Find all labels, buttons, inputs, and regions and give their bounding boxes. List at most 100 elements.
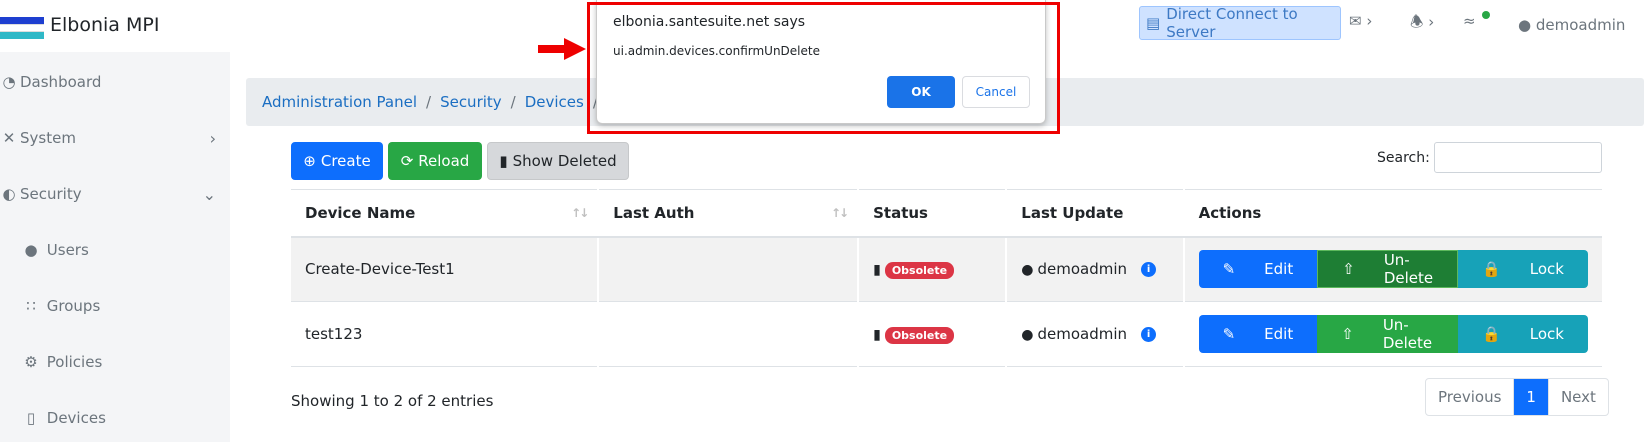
search-label: Search: [1377,150,1430,166]
table-row: Create-Device-Test1 ▮ Obsolete ● demoadmin… [291,236,1602,302]
lock-button[interactable]: 🔒 Lock [1458,315,1588,353]
column-header-actions: Actions [1182,189,1602,238]
sidebar-item-devices[interactable]: ▯ Devices [0,398,230,438]
edit-button[interactable]: ✎ Edit [1198,250,1318,289]
reload-label: Reload [418,152,470,170]
create-button[interactable]: ⊕ Create [291,142,383,180]
last-auth-cell [597,301,859,367]
column-header-last-auth[interactable]: Last Auth ↑↓ [597,189,859,238]
app-title[interactable]: Elbonia MPI [50,14,159,36]
undelete-button[interactable]: ⇧ Un-Delete [1317,315,1459,353]
breadcrumb-devices[interactable]: Devices [525,93,584,111]
show-deleted-label: Show Deleted [512,152,617,170]
tools-icon: ✕ [2,129,16,147]
device-name-cell: Create-Device-Test1 [291,236,599,302]
pagination-previous[interactable]: Previous [1426,379,1513,415]
sidebar-item-system[interactable]: ✕ System › [0,118,230,158]
last-auth-cell [597,236,859,302]
create-label: Create [320,152,371,170]
breadcrumb-administration-panel[interactable]: Administration Panel [262,93,417,111]
show-deleted-button[interactable]: ▮ Show Deleted [487,142,629,180]
sidebar-item-label: Dashboard [20,73,102,91]
sidebar-item-users[interactable]: ● Users [0,230,230,270]
shield-icon: ◐ [2,185,16,203]
status-cell: ▮ Obsolete [857,301,1007,367]
trash-icon: ▮ [499,152,508,170]
sort-icon: ↑↓ [571,206,589,220]
user-icon: ● [24,241,38,259]
lock-icon: 🔒 [1482,260,1501,279]
sidebar-item-security[interactable]: ◐ Security ⌄ [0,174,230,214]
user-icon: ● [1021,327,1034,343]
reload-button[interactable]: ⟳ Reload [388,142,482,180]
plus-circle-icon: ⊕ [303,152,316,170]
pencil-icon: ✎ [1222,260,1236,279]
pagination-next[interactable]: Next [1547,379,1608,415]
user-menu[interactable]: ● demoadmin [1518,16,1625,34]
edit-button[interactable]: ✎ Edit [1198,315,1318,353]
sidebar-item-policies[interactable]: ⚙ Policies [0,342,230,382]
sidebar-item-label: Groups [46,297,101,315]
sidebar-item-dashboard[interactable]: ◔ Dashboard [0,62,230,102]
status-badge: Obsolete [884,326,955,344]
trash-restore-icon: ⇧ [1341,325,1354,343]
lock-icon: 🔒 [1482,325,1501,343]
table-row: test123 ▮ Obsolete ● demoadmin i ✎ Edit ⇧ Un-… [291,301,1602,367]
column-header-last-update[interactable]: Last Update [1005,189,1184,238]
direct-connect-label: Direct Connect to Server [1166,5,1298,41]
pagination: Previous 1 Next [1425,378,1609,416]
breadcrumb-separator: / [426,93,432,111]
cog-icon: ⚙ [24,353,38,371]
last-update-cell: ● demoadmin i [1005,301,1184,367]
tachometer-icon: ◔ [2,73,16,91]
pagination-page-current[interactable]: 1 [1513,379,1548,415]
pencil-icon: ✎ [1222,325,1236,343]
table-info: Showing 1 to 2 of 2 entries [291,392,494,410]
updated-by: demoadmin [1037,260,1128,279]
envelope-icon[interactable]: ✉ › [1349,12,1372,30]
wifi-icon[interactable]: ≈ [1463,12,1476,30]
breadcrumb-separator: / [510,93,516,111]
table-header-row: Device Name ↑↓ Last Auth ↑↓ Status Last Up… [291,189,1602,238]
search-input[interactable] [1434,142,1602,173]
sort-icon: ↑↓ [830,206,849,220]
chevron-right-icon: › [209,128,216,148]
trash-restore-icon: ⇧ [1342,260,1355,279]
user-name: demoadmin [1535,16,1626,34]
undelete-button[interactable]: ⇧ Un-Delete [1317,250,1459,289]
trash-icon: ▮ [873,326,881,343]
sidebar-item-label: Devices [46,409,106,427]
sidebar: ◔ Dashboard ✕ System › ◐ Security ⌄ ● Us… [0,52,230,442]
bell-icon[interactable]: 🕭 › [1410,12,1434,37]
row-actions: ✎ Edit ⇧ Un-Delete 🔒 Lock [1198,315,1588,353]
sidebar-item-label: Users [46,241,89,259]
annotation-highlight-box [587,2,1060,134]
sidebar-item-label: System [20,129,76,147]
info-icon[interactable]: i [1141,262,1157,278]
sidebar-item-groups[interactable]: ∷ Groups [0,286,230,326]
row-actions: ✎ Edit ⇧ Un-Delete 🔒 Lock [1198,250,1588,289]
user-icon: ● [1021,262,1034,279]
column-header-device-name[interactable]: Device Name ↑↓ [291,189,599,238]
actions-cell: ✎ Edit ⇧ Un-Delete 🔒 Lock [1182,301,1602,367]
status-badge: Obsolete [884,261,955,279]
sidebar-item-label: Policies [46,353,103,371]
status-cell: ▮ Obsolete [857,236,1007,302]
chevron-down-icon: ⌄ [202,184,216,204]
updated-by: demoadmin [1037,325,1128,343]
annotation-arrow-icon [538,38,586,60]
trash-icon: ▮ [873,261,881,278]
users-icon: ∷ [26,297,36,315]
sync-icon: ⟳ [400,152,414,170]
devices-table: Device Name ↑↓ Last Auth ↑↓ Status Last Up… [291,189,1602,367]
user-icon: ● [1518,16,1532,34]
direct-connect-button[interactable]: ▤ Direct Connect to Server [1139,5,1341,41]
breadcrumb-security[interactable]: Security [440,93,502,111]
info-icon[interactable]: i [1141,327,1157,342]
lock-button[interactable]: 🔒 Lock [1458,250,1588,289]
server-icon: ▤ [1146,14,1161,32]
logo-flag-icon [0,17,44,39]
sidebar-item-label: Security [20,185,82,203]
actions-cell: ✎ Edit ⇧ Un-Delete 🔒 Lock [1182,236,1602,302]
column-header-status[interactable]: Status [857,189,1007,238]
